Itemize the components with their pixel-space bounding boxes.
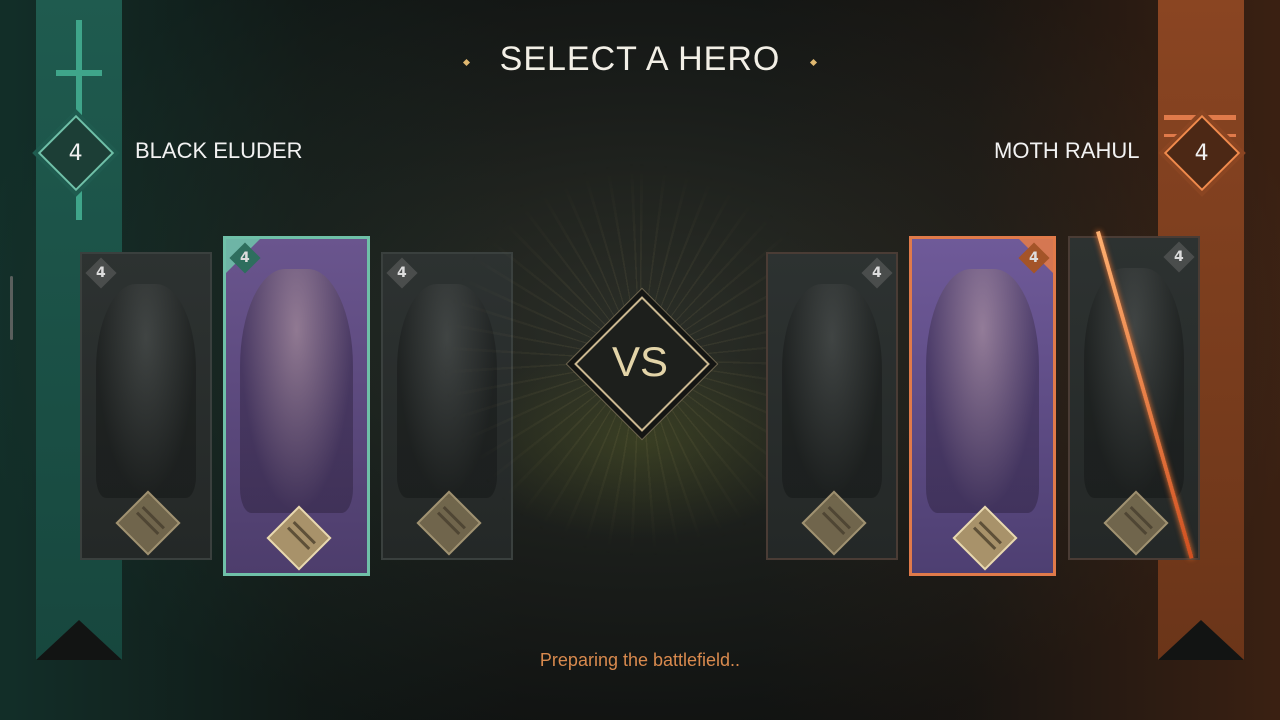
left-player-level: 4 bbox=[69, 140, 83, 166]
hero-level: 4 bbox=[96, 265, 106, 281]
side-drawer-handle[interactable] bbox=[10, 276, 13, 340]
right-player-name: MOTH RAHUL bbox=[994, 138, 1140, 163]
class-emblem-icon bbox=[265, 505, 332, 571]
class-emblem-icon bbox=[951, 505, 1018, 571]
title-row: SELECT A HERO bbox=[0, 40, 1280, 79]
hero-level-badge: 4 bbox=[861, 257, 893, 289]
class-emblem-icon bbox=[416, 490, 482, 556]
hero-portrait bbox=[926, 269, 1039, 513]
hero-level-badge: 4 bbox=[1163, 241, 1195, 273]
title-ornament-right bbox=[810, 58, 818, 67]
class-emblem-icon bbox=[1103, 490, 1169, 556]
hero-level: 4 bbox=[397, 265, 407, 281]
hero-level: 4 bbox=[240, 250, 250, 266]
hero-level: 4 bbox=[872, 265, 882, 281]
left-hero-card-1[interactable]: 4 bbox=[80, 252, 212, 560]
hero-level: 4 bbox=[1174, 249, 1184, 265]
status-message: Preparing the battlefield.. bbox=[539, 650, 741, 670]
left-hero-card-2-selected[interactable]: 4 bbox=[223, 236, 370, 576]
title-ornament-left bbox=[462, 58, 470, 67]
hero-level-badge: 4 bbox=[85, 257, 117, 289]
page-title: SELECT A HERO bbox=[499, 40, 781, 78]
class-emblem-icon bbox=[801, 490, 867, 556]
right-hero-card-1[interactable]: 4 bbox=[766, 252, 898, 560]
hero-portrait bbox=[782, 284, 882, 498]
hero-level-badge: 4 bbox=[386, 257, 418, 289]
versus-label: VS bbox=[611, 338, 669, 385]
hero-level: 4 bbox=[1029, 250, 1039, 266]
class-emblem-icon bbox=[115, 490, 181, 556]
right-player-level: 4 bbox=[1195, 140, 1209, 166]
hero-portrait bbox=[240, 269, 353, 513]
hero-portrait bbox=[1084, 268, 1184, 498]
left-player-name: BLACK ELUDER bbox=[135, 138, 303, 163]
right-hero-card-2-selected[interactable]: 4 bbox=[909, 236, 1056, 576]
hero-portrait bbox=[96, 284, 196, 498]
